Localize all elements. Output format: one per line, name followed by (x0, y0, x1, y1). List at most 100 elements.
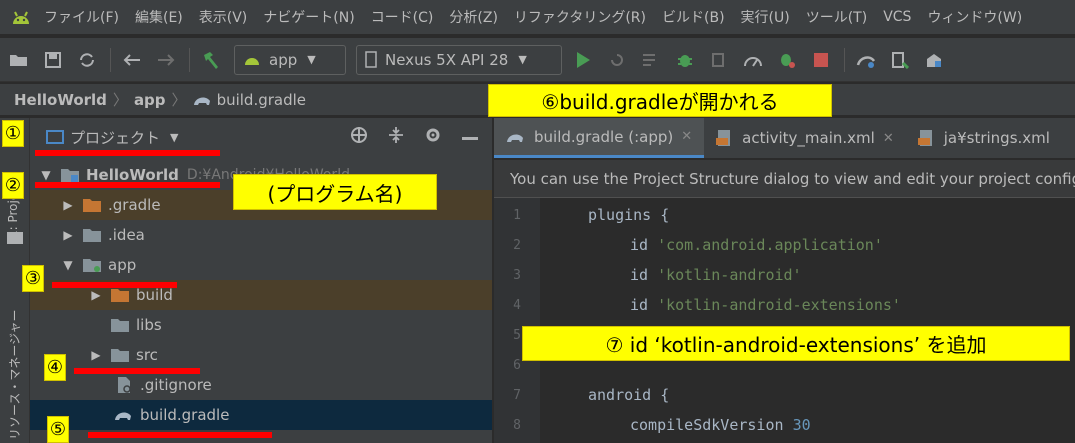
annotation-project-name: (プログラム名) (233, 174, 437, 210)
back-arrow-icon[interactable] (121, 49, 143, 71)
tab-label: build.gradle (:app) (534, 127, 674, 146)
expand-right-icon[interactable]: ▶ (60, 228, 76, 242)
annotation-underline-1 (35, 150, 220, 156)
hammer-build-icon[interactable] (200, 49, 222, 71)
line-number: 2 (513, 237, 521, 253)
device-phone-icon (365, 50, 377, 68)
menu-vcs[interactable]: VCS (883, 9, 911, 25)
breadcrumb-project[interactable]: HelloWorld (14, 91, 107, 109)
code-line: 3 id 'kotlin-android' (494, 260, 1075, 290)
code-string: 'kotlin-android-extensions' (657, 296, 901, 314)
toolbar-separator (189, 47, 190, 72)
run-config-select[interactable]: app ▼ (234, 44, 346, 75)
breadcrumb-module[interactable]: app (134, 91, 166, 109)
breadcrumb-file[interactable]: build.gradle (217, 91, 306, 109)
menu-build[interactable]: ビルド(B) (662, 7, 725, 27)
tab-activity-main-xml[interactable]: activity_main.xml ✕ (704, 118, 906, 158)
attach-debugger-icon[interactable] (708, 49, 730, 71)
close-icon[interactable]: ✕ (883, 131, 894, 146)
expand-down-icon[interactable]: ▼ (38, 168, 54, 182)
project-panel: プロジェクト ▼ ▼ HelloWorld D:¥Android¥HelloWo… (30, 118, 492, 443)
expand-right-icon[interactable]: ▶ (88, 288, 104, 302)
device-select[interactable]: Nexus 5X API 28 ▼ (356, 44, 562, 75)
settings-gear-icon[interactable] (424, 126, 442, 148)
open-folder-icon[interactable] (8, 49, 30, 71)
run-config-label: app (269, 50, 298, 69)
profile-gauge-icon[interactable] (742, 49, 764, 71)
expand-right-icon[interactable]: ▶ (88, 348, 104, 362)
project-structure-notice: You can use the Project Structure dialog… (494, 160, 1075, 198)
expand-right-icon[interactable]: ▶ (60, 198, 76, 212)
menu-view[interactable]: 表示(V) (199, 7, 248, 27)
apply-changes-icon[interactable] (606, 49, 628, 71)
annotation-number-2: ② (2, 172, 24, 199)
tree-item-label: .gradle (108, 196, 161, 214)
project-folder-icon (7, 232, 23, 244)
line-number: 3 (513, 267, 521, 283)
code-string: 'com.android.application' (657, 236, 883, 254)
code-editor[interactable]: 1 plugins { 2 id 'com.android.applicatio… (494, 198, 1075, 443)
menu-file[interactable]: ファイル(F) (44, 7, 119, 27)
project-view-title[interactable]: プロジェクト (70, 127, 160, 148)
gradle-elephant-icon (193, 97, 210, 105)
hide-panel-icon[interactable] (462, 129, 478, 145)
folder-icon (82, 227, 102, 243)
code-keyword: id (630, 236, 649, 254)
code-line: 1 plugins { (494, 200, 1075, 230)
tab-label: activity_main.xml (742, 129, 875, 147)
sdk-manager-icon[interactable] (923, 49, 945, 71)
android-icon (245, 57, 259, 65)
menu-window[interactable]: ウィンドウ(W) (927, 7, 1022, 27)
tree-item-src[interactable]: ▶ src (30, 340, 492, 370)
close-icon[interactable]: ✕ (681, 129, 692, 144)
tree-item-libs[interactable]: libs (30, 310, 492, 340)
menu-tools[interactable]: ツール(T) (806, 7, 867, 27)
stop-icon[interactable] (810, 49, 832, 71)
chevron-down-icon[interactable]: ▼ (170, 131, 178, 144)
tree-item-label: build (136, 286, 173, 304)
code-keyword: compileSdkVersion (630, 416, 784, 434)
code-text: android { (588, 386, 670, 404)
menu-edit[interactable]: 編集(E) (135, 7, 183, 27)
chevron-down-icon: ▼ (307, 53, 316, 66)
excluded-folder-icon (82, 197, 102, 213)
tree-item-label: build.gradle (140, 406, 230, 424)
save-icon[interactable] (42, 49, 64, 71)
forward-arrow-icon[interactable] (155, 49, 177, 71)
tab-strings-xml[interactable]: ja¥strings.xml (906, 118, 1062, 158)
expand-down-icon[interactable]: ▼ (60, 258, 76, 272)
run-play-icon[interactable] (572, 49, 594, 71)
tree-item-build-gradle[interactable]: build.gradle (30, 400, 492, 430)
annotation-underline-4 (74, 368, 200, 374)
run-with-coverage-icon[interactable] (776, 49, 798, 71)
folder-icon (110, 347, 130, 363)
tree-item-idea[interactable]: ▶ .idea (30, 220, 492, 250)
sync-icon[interactable] (76, 49, 98, 71)
breadcrumb-separator: 〉 (171, 91, 187, 109)
locate-target-icon[interactable] (350, 126, 368, 148)
menu-analyze[interactable]: 分析(Z) (449, 7, 498, 27)
breadcrumb-separator: 〉 (112, 91, 128, 109)
line-number: 7 (513, 387, 521, 403)
menu-code[interactable]: コード(C) (371, 7, 434, 27)
code-text: plugins { (588, 206, 670, 224)
code-line: 2 id 'com.android.application' (494, 230, 1075, 260)
tree-item-app[interactable]: ▼ app (30, 250, 492, 280)
tree-item-gitignore[interactable]: .gitignore (30, 370, 492, 400)
apply-code-changes-icon[interactable] (640, 49, 662, 71)
debug-bug-icon[interactable] (674, 49, 696, 71)
tab-build-gradle-app[interactable]: build.gradle (:app) ✕ (494, 118, 705, 158)
gradle-sync-icon[interactable] (855, 49, 877, 71)
resource-manager-tool-tab[interactable]: リソース・マネージャー (6, 309, 23, 440)
avd-manager-icon[interactable] (889, 49, 911, 71)
tab-label: ja¥strings.xml (943, 129, 1050, 147)
annotation-number-4: ④ (44, 354, 66, 381)
menu-navigate[interactable]: ナビゲート(N) (263, 7, 354, 27)
menu-refactor[interactable]: リファクタリング(R) (514, 7, 646, 27)
tree-item-label: src (136, 346, 158, 364)
tree-item-label: .gitignore (140, 376, 212, 394)
folder-icon (110, 317, 130, 333)
collapse-all-icon[interactable] (388, 126, 404, 148)
menu-run[interactable]: 実行(U) (741, 7, 790, 27)
main-toolbar: app ▼ Nexus 5X API 28 ▼ (0, 38, 1075, 82)
